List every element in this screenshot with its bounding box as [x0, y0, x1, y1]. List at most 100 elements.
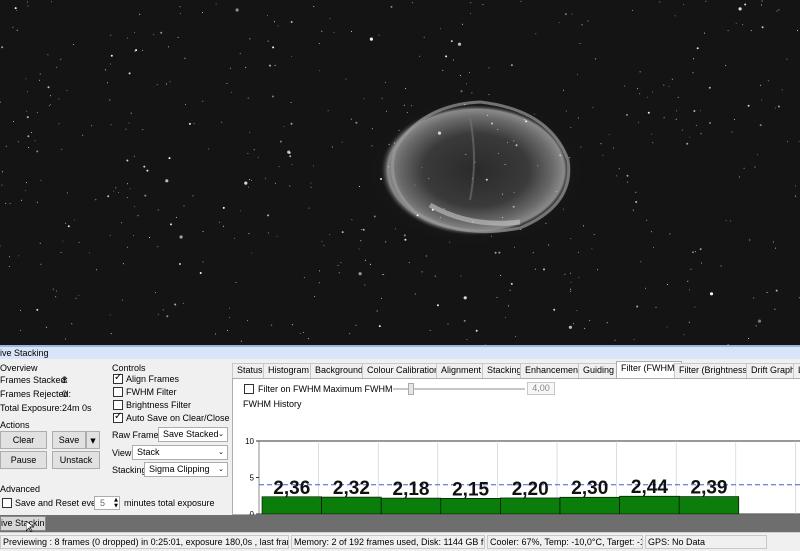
star — [228, 307, 230, 309]
star — [487, 114, 489, 116]
max-fwhm-slider[interactable] — [393, 383, 525, 395]
star — [40, 263, 42, 265]
star — [488, 67, 490, 69]
star — [385, 110, 387, 112]
star — [329, 17, 331, 19]
star — [734, 119, 735, 120]
filter-on-fwhm-checkbox[interactable] — [244, 384, 254, 394]
star — [592, 106, 594, 108]
star — [693, 110, 696, 112]
star — [772, 241, 774, 243]
star — [699, 110, 701, 112]
star — [663, 117, 665, 119]
tab-overflow[interactable]: L — [793, 363, 800, 378]
clear-button[interactable]: Clear — [0, 431, 47, 449]
auto-save-checkbox[interactable] — [113, 411, 123, 423]
star — [175, 216, 177, 218]
star — [245, 66, 247, 68]
star — [55, 290, 57, 292]
star — [340, 262, 342, 264]
frames-rejected-value: 0 — [62, 389, 68, 399]
star — [303, 331, 305, 333]
star — [373, 215, 376, 218]
save-button[interactable]: Save — [52, 431, 86, 449]
star — [184, 57, 186, 59]
view-select[interactable]: Stack ⌄ — [132, 445, 228, 460]
slider-thumb[interactable] — [408, 383, 415, 395]
star — [223, 225, 225, 227]
save-reset-checkbox[interactable] — [2, 498, 12, 508]
tab-filter-fwhm[interactable]: Filter (FWHM) — [616, 361, 683, 378]
star — [20, 330, 21, 331]
star — [394, 228, 396, 230]
star — [388, 143, 390, 145]
star — [5, 145, 7, 147]
star — [177, 36, 179, 38]
stacking-select[interactable]: Sigma Clipping ⌄ — [144, 462, 228, 477]
star — [307, 338, 309, 340]
minutes-value: 5 — [99, 498, 105, 508]
total-exposure-value: 24m 0s — [62, 403, 92, 413]
star — [425, 255, 427, 257]
pause-button[interactable]: Pause — [0, 451, 47, 469]
tab-enhancement[interactable]: Enhancement — [520, 363, 586, 378]
star — [257, 156, 259, 158]
star — [384, 81, 386, 83]
advanced-heading: Advanced — [0, 484, 41, 494]
tab-background[interactable]: Background — [310, 363, 369, 378]
star — [419, 55, 421, 57]
star — [185, 104, 186, 105]
save-dropdown-button[interactable]: ▼ — [86, 431, 100, 449]
minutes-stepper[interactable]: 5 ▲ ▼ — [94, 496, 120, 510]
star — [383, 274, 385, 275]
star — [470, 12, 471, 14]
star — [27, 5, 29, 7]
align-frames-label: Align Frames — [126, 374, 180, 384]
tab-drift-graph[interactable]: Drift Graph — [746, 363, 800, 378]
star — [363, 98, 365, 100]
unstack-button[interactable]: Unstack — [52, 451, 100, 469]
tab-alignment[interactable]: Alignment — [436, 363, 487, 378]
star — [472, 221, 474, 223]
star — [110, 54, 113, 57]
star — [795, 195, 796, 197]
fwhm-bar — [321, 496, 382, 515]
star — [747, 104, 750, 107]
brightness-filter-checkbox[interactable] — [113, 400, 123, 410]
star — [636, 88, 638, 90]
max-fwhm-value[interactable]: 4,00 — [527, 382, 555, 395]
overview-heading: Overview — [0, 363, 38, 373]
star — [434, 275, 436, 277]
tab-guiding[interactable]: Guiding — [578, 363, 620, 378]
star — [708, 86, 711, 89]
bar-value-label: 2,32 — [333, 478, 370, 499]
max-fwhm-label: Maximum FWHM — [323, 384, 393, 394]
star — [694, 306, 696, 308]
tab-live-stacking[interactable]: ive Stacking — [0, 516, 46, 531]
star — [465, 153, 467, 155]
star — [126, 159, 129, 162]
tab-histogram[interactable]: Histogram — [263, 363, 315, 378]
star — [505, 317, 507, 319]
tab-filter-brightness[interactable]: Filter (Brightness) — [674, 363, 756, 378]
star — [310, 186, 312, 188]
caret-down-icon: ▼ — [90, 437, 96, 445]
align-frames-checkbox[interactable] — [113, 372, 123, 384]
star — [423, 36, 425, 38]
stepper-arrows-icon[interactable]: ▲ ▼ — [114, 497, 118, 509]
star — [226, 83, 228, 84]
fwhm-filter-checkbox[interactable] — [113, 387, 123, 397]
star — [597, 269, 599, 271]
chevron-down-icon: ⌄ — [218, 448, 224, 456]
stacked-image-view[interactable] — [0, 0, 800, 345]
star — [693, 58, 694, 60]
star — [58, 98, 60, 100]
star — [0, 101, 1, 103]
fwhm-bar — [440, 498, 501, 515]
tab-colour-calibration[interactable]: Colour Calibration — [362, 363, 445, 378]
star — [318, 43, 320, 45]
raw-frames-select[interactable]: Save Stacked ⌄ — [158, 427, 228, 442]
star — [109, 314, 111, 316]
star — [36, 201, 38, 203]
star — [267, 214, 270, 217]
